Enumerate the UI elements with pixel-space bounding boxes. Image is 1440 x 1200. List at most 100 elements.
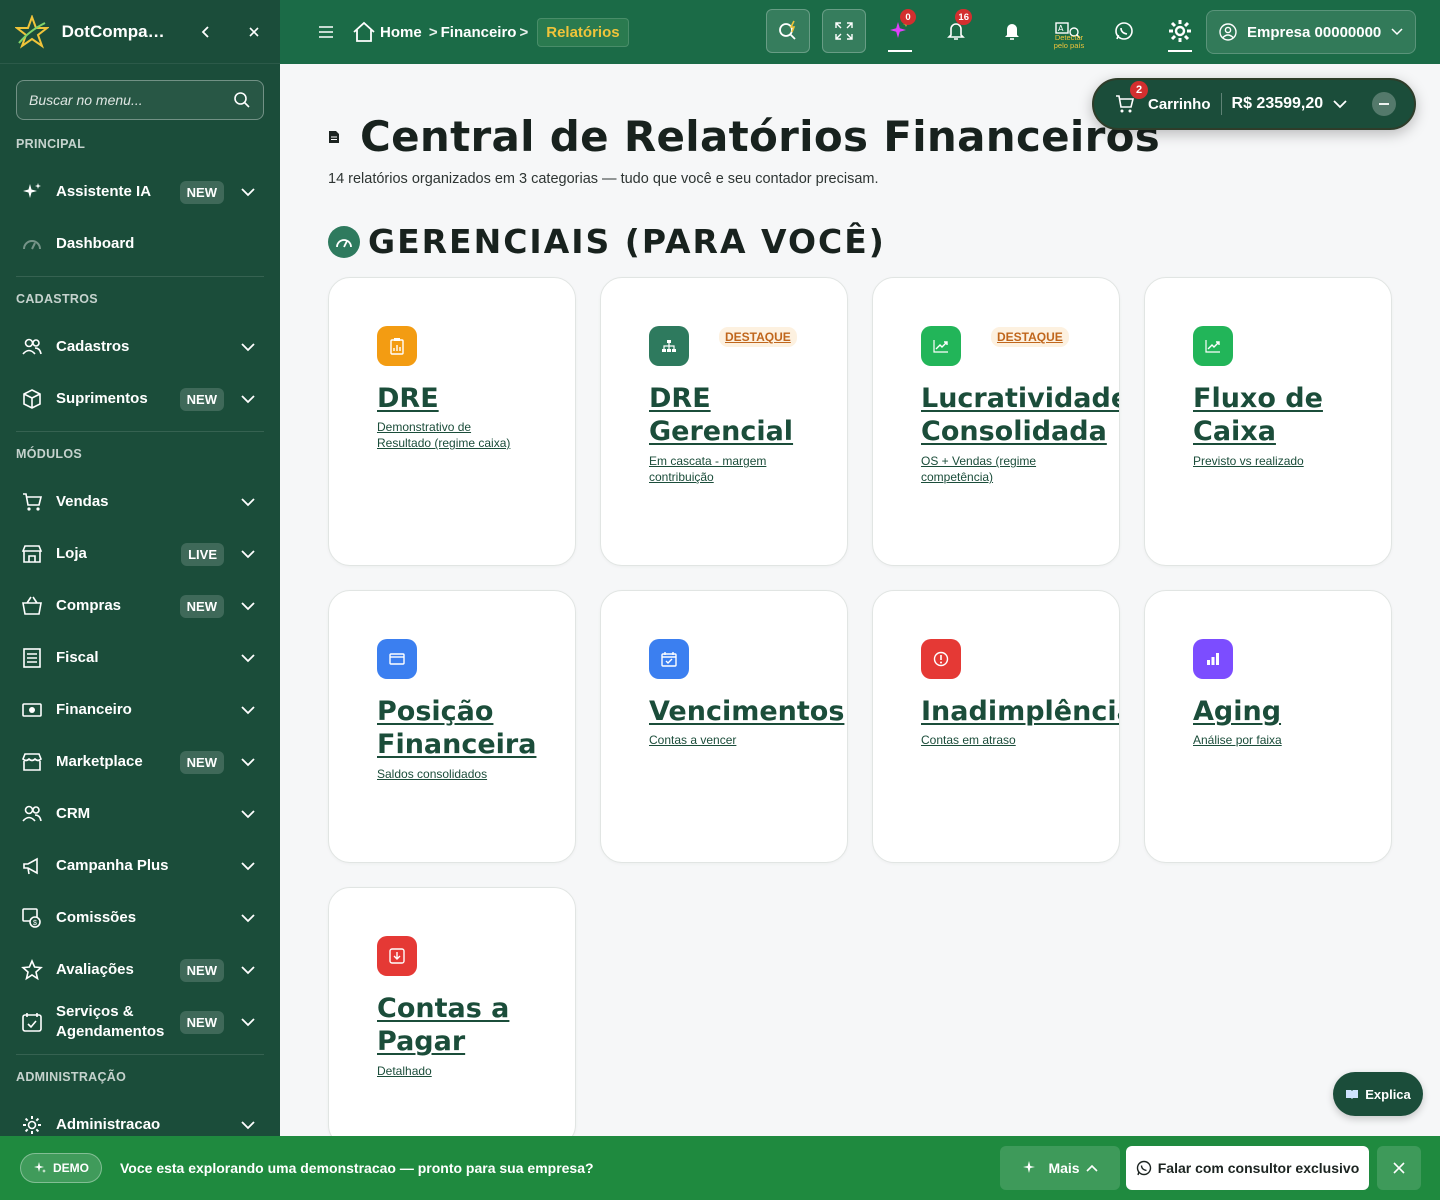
sidebar-item-fiscal[interactable]: Fiscal: [0, 632, 280, 684]
report-card-dre[interactable]: DRE Demonstrativo de Resultado (regime c…: [328, 277, 576, 566]
alert-circle-icon: [921, 639, 961, 679]
talk-to-consultant-label: Falar com consultor exclusivo: [1157, 1160, 1360, 1176]
sidebar-item-loja[interactable]: Loja LIVE: [0, 528, 280, 580]
report-description: Contas a vencer: [649, 733, 737, 747]
report-title[interactable]: DRE Gerencial: [649, 382, 847, 448]
cart-icon: 2: [1114, 81, 1148, 115]
breadcrumb-separator: >: [424, 23, 438, 41]
close-demo-bar-button[interactable]: [1377, 1146, 1421, 1190]
report-card-inadimplencia[interactable]: Inadimplência Contas em atraso: [872, 590, 1120, 863]
menu-toggle-button[interactable]: [314, 20, 338, 44]
report-card-posicao-financeira[interactable]: Posição Financeira Saldos consolidados: [328, 590, 576, 863]
sidebar-item-compras[interactable]: Compras NEW: [0, 580, 280, 632]
chevron-down-icon: [238, 544, 258, 564]
detect-country-button[interactable]: A Detectar pelo país: [1046, 9, 1090, 53]
report-title[interactable]: Aging: [1193, 695, 1391, 728]
chevron-left-icon: [202, 25, 209, 38]
report-card-dre-gerencial[interactable]: DESTAQUE DRE Gerencial Em cascata - marg…: [600, 277, 848, 566]
ai-notifications-button[interactable]: 0: [878, 9, 922, 53]
megaphone-icon: [20, 854, 44, 878]
fullscreen-button[interactable]: [822, 9, 866, 53]
chevron-down-icon: [238, 960, 258, 980]
breadcrumb-home[interactable]: Home: [352, 21, 422, 43]
sidebar-item-label: Assistente IA: [56, 183, 152, 200]
page-title: Central de Relatórios Financeiros: [360, 112, 1161, 161]
sidebar-item-dashboard[interactable]: Dashboard: [0, 218, 280, 270]
minimize-cart-button[interactable]: [1372, 92, 1396, 116]
sidebar-item-comissoes[interactable]: $ Comissões: [0, 892, 280, 944]
chevron-down-icon: [1391, 28, 1403, 36]
clipboard-chart-icon: [377, 326, 417, 366]
chevron-down-icon: [238, 337, 258, 357]
notifications-button[interactable]: 16: [934, 9, 978, 53]
sidebar-item-campanha-plus[interactable]: Campanha Plus: [0, 840, 280, 892]
sidebar-item-marketplace[interactable]: Marketplace NEW: [0, 736, 280, 788]
section-cadastros: CADASTROS: [16, 292, 98, 306]
report-card-fluxo-de-caixa[interactable]: Fluxo de Caixa Previsto vs realizado: [1144, 277, 1392, 566]
whatsapp-button[interactable]: [1102, 9, 1146, 53]
more-button[interactable]: Mais: [1000, 1146, 1120, 1190]
talk-to-consultant-button[interactable]: Falar com consultor exclusivo: [1126, 1146, 1369, 1190]
close-icon: [249, 26, 259, 37]
svg-text:$: $: [33, 920, 37, 927]
chevron-down-icon: [238, 804, 258, 824]
section-principal: PRINCIPAL: [16, 137, 86, 151]
report-card-contas-a-pagar[interactable]: Contas a Pagar Detalhado: [328, 887, 576, 1136]
chevron-down-icon[interactable]: [1333, 99, 1347, 109]
report-title[interactable]: DRE: [377, 382, 575, 415]
demo-pill: DEMO: [20, 1153, 102, 1183]
sidebar-item-crm[interactable]: CRM: [0, 788, 280, 840]
company-selector[interactable]: Empresa 00000000: [1206, 10, 1416, 54]
sidebar-item-label: Administracao: [56, 1116, 161, 1133]
sidebar-item-vendas[interactable]: Vendas: [0, 476, 280, 528]
alerts-button[interactable]: [990, 9, 1034, 53]
sidebar-item-label: Cadastros: [56, 338, 130, 355]
report-description: OS + Vendas (regime competência): [921, 454, 1037, 484]
sidebar-item-cadastros[interactable]: Cadastros: [0, 321, 280, 373]
minus-icon: [1379, 103, 1389, 105]
collapse-sidebar-button[interactable]: [194, 20, 218, 44]
more-label: Mais: [1048, 1160, 1080, 1176]
report-card-vencimentos[interactable]: Vencimentos Contas a vencer: [600, 590, 848, 863]
sidebar-item-label: Campanha Plus: [56, 857, 169, 874]
quick-search-button[interactable]: [766, 9, 810, 53]
close-sidebar-button[interactable]: [242, 20, 266, 44]
sidebar-item-label: Financeiro: [56, 701, 132, 718]
whatsapp-icon: [1115, 22, 1133, 40]
notification-count-badge: 16: [955, 9, 972, 25]
report-title[interactable]: Fluxo de Caixa: [1193, 382, 1391, 448]
notification-count-badge: 0: [900, 9, 916, 25]
report-title[interactable]: Inadimplência: [921, 695, 1119, 728]
report-title[interactable]: Vencimentos: [649, 695, 844, 728]
sidebar-item-avaliacoes[interactable]: Avaliações NEW: [0, 944, 280, 996]
gear-icon: [1169, 20, 1191, 42]
breadcrumb-financeiro[interactable]: Financeiro: [441, 24, 517, 41]
company-name: Empresa 00000000: [1247, 23, 1382, 41]
users-icon: [20, 802, 44, 826]
settings-button[interactable]: [1158, 9, 1202, 53]
divider: [16, 276, 264, 277]
highlight-tag: DESTAQUE: [719, 327, 797, 347]
cart-widget[interactable]: 2 Carrinho R$ 23599,20: [1092, 78, 1416, 130]
sidebar-item-assistente-ia[interactable]: Assistente IA NEW: [0, 166, 280, 218]
report-title[interactable]: Lucratividade Consolidada: [921, 382, 1119, 448]
star-icon: [20, 958, 44, 982]
report-card-lucratividade[interactable]: DESTAQUE Lucratividade Consolidada OS + …: [872, 277, 1120, 566]
logo-star-icon: [14, 14, 50, 50]
sidebar-item-suprimentos[interactable]: Suprimentos NEW: [0, 373, 280, 425]
report-title[interactable]: Posição Financeira: [377, 695, 575, 761]
gear-icon: [20, 1113, 44, 1137]
hierarchy-icon: [649, 326, 689, 366]
report-title[interactable]: Contas a Pagar: [377, 992, 575, 1058]
commission-icon: $: [20, 906, 44, 930]
explica-button[interactable]: Explica: [1333, 1072, 1423, 1116]
main-content: Central de Relatórios Financeiros 14 rel…: [280, 64, 1440, 1136]
bar-chart-icon: [1193, 639, 1233, 679]
sidebar-item-financeiro[interactable]: Financeiro: [0, 684, 280, 736]
sidebar-search-input[interactable]: [29, 92, 233, 108]
sidebar-item-label: Loja: [56, 545, 87, 562]
breadcrumb-current[interactable]: Relatórios: [537, 17, 629, 47]
svg-text:A: A: [1058, 24, 1064, 33]
sidebar-item-servicos-agendamentos[interactable]: Serviços & Agendamentos NEW: [0, 996, 280, 1048]
report-card-aging[interactable]: Aging Análise por faixa: [1144, 590, 1392, 863]
